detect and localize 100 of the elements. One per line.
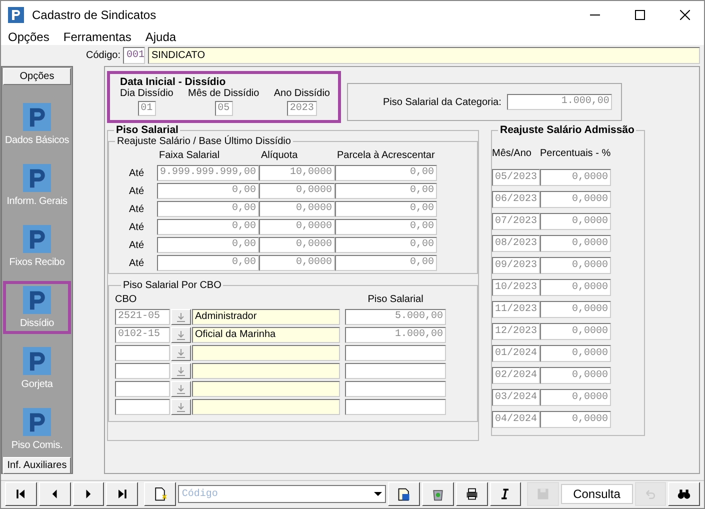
lookup-button[interactable] <box>171 399 191 415</box>
amount-field[interactable]: 0,00 <box>335 237 437 253</box>
month-field[interactable]: 12/2023 <box>492 323 540 340</box>
salary-range-field[interactable]: 0,00 <box>157 219 259 235</box>
binoculars-button[interactable] <box>668 482 700 506</box>
recycle-bin-button[interactable] <box>422 482 454 506</box>
date-part-field[interactable]: 01 <box>138 101 156 116</box>
month-field[interactable]: 07/2023 <box>492 213 540 230</box>
month-field[interactable]: 08/2023 <box>492 235 540 252</box>
last-button[interactable] <box>106 482 138 506</box>
salary-range-field[interactable]: 0,00 <box>157 237 259 253</box>
amount-field[interactable]: 0,00 <box>335 201 437 217</box>
month-field[interactable]: 01/2024 <box>492 345 540 362</box>
rate-field[interactable]: 0,0000 <box>259 201 335 217</box>
printer-button[interactable] <box>456 482 488 506</box>
salary-range-field[interactable]: 0,00 <box>157 255 259 271</box>
percent-field[interactable]: 0,0000 <box>540 323 611 340</box>
description-field[interactable] <box>192 363 340 379</box>
description-field[interactable] <box>192 399 340 415</box>
month-field[interactable]: 11/2023 <box>492 301 540 318</box>
amount-field[interactable]: 0,00 <box>335 183 437 199</box>
salary-range-field[interactable]: 9.999.999.999,00 <box>157 165 259 181</box>
description-field[interactable]: Administrador <box>192 309 340 325</box>
cbo-field[interactable]: 2521-05 <box>115 309 170 325</box>
field-label: Piso Salarial da Categoria: <box>383 96 502 108</box>
month-field[interactable]: 09/2023 <box>492 257 540 274</box>
percent-field[interactable]: 0,0000 <box>540 301 611 318</box>
rate-field[interactable]: 10,0000 <box>259 165 335 181</box>
percent-field[interactable]: 0,0000 <box>540 257 611 274</box>
cbo-field[interactable] <box>115 363 170 379</box>
previous-button[interactable] <box>38 482 71 506</box>
document-button[interactable] <box>388 482 420 506</box>
amount-field[interactable]: 0,00 <box>335 219 437 235</box>
salary-range-field[interactable]: 0,00 <box>157 201 259 217</box>
salary-range-field[interactable]: 0,00 <box>157 183 259 199</box>
percent-field[interactable]: 0,0000 <box>540 367 611 384</box>
percent-field[interactable]: 0,0000 <box>540 389 611 406</box>
menu-item[interactable]: Ajuda <box>145 30 176 44</box>
lookup-button[interactable] <box>171 345 191 361</box>
cbo-field[interactable] <box>115 399 170 415</box>
rate-field[interactable]: 0,0000 <box>259 219 335 235</box>
month-field[interactable]: 03/2024 <box>492 389 540 406</box>
first-button[interactable] <box>5 482 37 506</box>
cbo-field[interactable]: 0102-15 <box>115 327 170 343</box>
menu-item[interactable]: Ferramentas <box>63 30 132 44</box>
download-arrow-icon <box>177 402 185 412</box>
column-header: Percentuais - % <box>540 148 611 159</box>
amount-field[interactable]: 0,00 <box>335 165 437 181</box>
sidebar-item[interactable]: Fixos Recibo <box>3 220 71 273</box>
month-field[interactable]: 10/2023 <box>492 279 540 296</box>
sidebar-item[interactable]: Dissídio <box>3 281 71 334</box>
rate-field[interactable]: 0,0000 <box>259 183 335 199</box>
lookup-button[interactable] <box>171 381 191 397</box>
sidebar-header[interactable]: Opções <box>3 68 71 85</box>
month-field[interactable]: 05/2023 <box>492 169 540 186</box>
lookup-button[interactable] <box>171 363 191 379</box>
name-field[interactable]: SINDICATO <box>148 46 700 64</box>
month-field[interactable]: 04/2024 <box>492 411 540 428</box>
search-combo[interactable]: Código <box>178 485 386 503</box>
description-field[interactable]: Oficial da Marinha <box>192 327 340 343</box>
new-document-button[interactable] <box>144 482 176 506</box>
percent-field[interactable]: 0,0000 <box>540 213 611 230</box>
date-part-field[interactable]: 05 <box>214 101 233 116</box>
amount-field[interactable]: 5.000,00 <box>345 309 446 325</box>
sidebar-item[interactable]: Inform. Gerais <box>3 159 71 212</box>
description-field[interactable] <box>192 345 340 361</box>
amount-field[interactable] <box>345 363 446 379</box>
app-logo-icon <box>22 286 52 314</box>
next-button[interactable] <box>72 482 104 506</box>
percent-field[interactable]: 0,0000 <box>540 279 611 296</box>
description-field[interactable] <box>192 381 340 397</box>
percent-field[interactable]: 0,0000 <box>540 169 611 186</box>
code-number-field[interactable]: 001 <box>123 46 146 64</box>
percent-field[interactable]: 0,0000 <box>540 345 611 362</box>
sidebar-item[interactable]: Piso Comis. <box>3 403 71 456</box>
italic-button[interactable] <box>490 482 522 506</box>
amount-field[interactable] <box>345 381 446 397</box>
cbo-field[interactable] <box>115 381 170 397</box>
sidebar-footer[interactable]: Inf. Auxiliares <box>3 457 71 474</box>
percent-field[interactable]: 0,0000 <box>540 411 611 428</box>
amount-field[interactable]: 1.000,00 <box>507 94 612 110</box>
lookup-button[interactable] <box>171 327 191 343</box>
month-field[interactable]: 02/2024 <box>492 367 540 384</box>
month-field[interactable]: 06/2023 <box>492 191 540 208</box>
sidebar-item[interactable]: Gorjeta <box>3 342 71 395</box>
cbo-field[interactable] <box>115 345 170 361</box>
percent-field[interactable]: 0,0000 <box>540 235 611 252</box>
amount-field[interactable]: 0,00 <box>335 255 437 271</box>
amount-field[interactable] <box>345 399 446 415</box>
menu-item[interactable]: Opções <box>8 30 50 44</box>
amount-field[interactable]: 1.000,00 <box>345 327 446 343</box>
maximize-icon[interactable] <box>635 10 645 20</box>
sidebar-item[interactable]: Dados Básicos <box>3 98 71 151</box>
amount-field[interactable] <box>345 345 446 361</box>
lookup-button[interactable] <box>171 309 191 325</box>
percent-field[interactable]: 0,0000 <box>540 191 611 208</box>
rate-field[interactable]: 0,0000 <box>259 237 335 253</box>
rate-field[interactable]: 0,0000 <box>259 255 335 271</box>
close-icon[interactable] <box>680 10 690 20</box>
date-part-field[interactable]: 2023 <box>286 101 317 116</box>
